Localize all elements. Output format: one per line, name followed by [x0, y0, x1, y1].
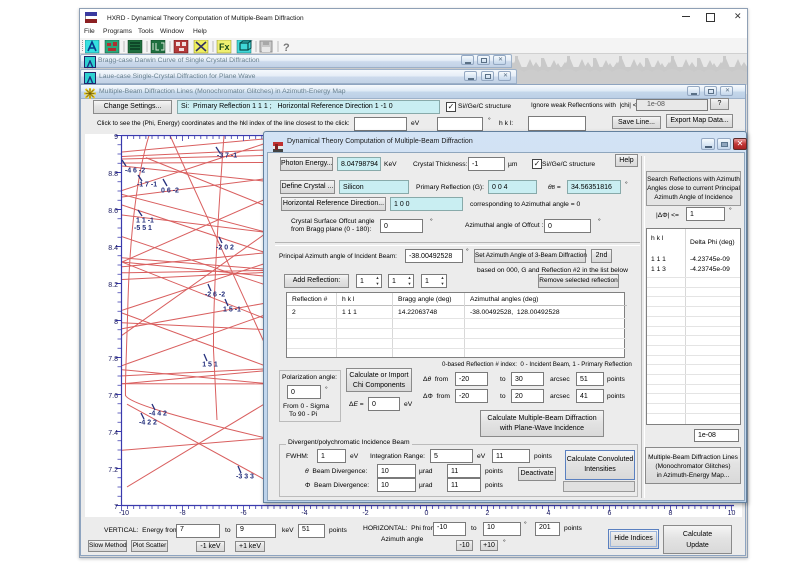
svg-text:-4 2 2: -4 2 2: [139, 420, 157, 427]
svg-text:-4 4 2: -4 4 2: [149, 411, 167, 418]
svg-text:Fx: Fx: [219, 42, 230, 52]
svg-text:-1 7 -1: -1 7 -1: [137, 182, 157, 189]
svg-text:7.2: 7.2: [108, 467, 118, 474]
svg-text:-8: -8: [179, 510, 185, 517]
svg-text:-6: -6: [240, 510, 246, 517]
svg-text:-2 0 2: -2 0 2: [216, 245, 234, 252]
svg-text:8.8: 8.8: [108, 171, 118, 178]
svg-text:8.4: 8.4: [108, 245, 118, 252]
svg-text:7.6: 7.6: [108, 393, 118, 400]
svg-text:0 6 -2: 0 6 -2: [161, 188, 179, 195]
svg-text:7: 7: [114, 504, 118, 511]
svg-text:-2 6 -2: -2 6 -2: [205, 292, 225, 299]
svg-text:-5 5 1: -5 5 1: [134, 225, 152, 232]
svg-text:7.8: 7.8: [108, 356, 118, 363]
svg-text:7.4: 7.4: [108, 430, 118, 437]
svg-text:6: 6: [608, 510, 612, 517]
svg-text:1 1 -1: 1 1 -1: [136, 218, 154, 225]
svg-text:-4 6 -2: -4 6 -2: [125, 168, 145, 175]
svg-text:9: 9: [114, 134, 118, 141]
svg-text:?: ?: [283, 42, 290, 54]
svg-text:-2: -2: [362, 510, 368, 517]
svg-text:1 5 1: 1 5 1: [202, 362, 218, 369]
svg-text:8: 8: [114, 319, 118, 326]
svg-text:4: 4: [547, 510, 551, 517]
svg-text:8.6: 8.6: [108, 208, 118, 215]
svg-text:-3 3 3: -3 3 3: [236, 474, 254, 481]
svg-text:8.2: 8.2: [108, 282, 118, 289]
svg-text:-10: -10: [119, 510, 129, 517]
svg-text:-4: -4: [301, 510, 307, 517]
svg-text:0: 0: [425, 510, 429, 517]
svg-text:1 5 -1: 1 5 -1: [223, 307, 241, 314]
svg-text:-3 7 -1: -3 7 -1: [217, 153, 237, 160]
svg-text:2: 2: [486, 510, 490, 517]
svg-text:10: 10: [728, 510, 736, 517]
svg-text:8: 8: [669, 510, 673, 517]
